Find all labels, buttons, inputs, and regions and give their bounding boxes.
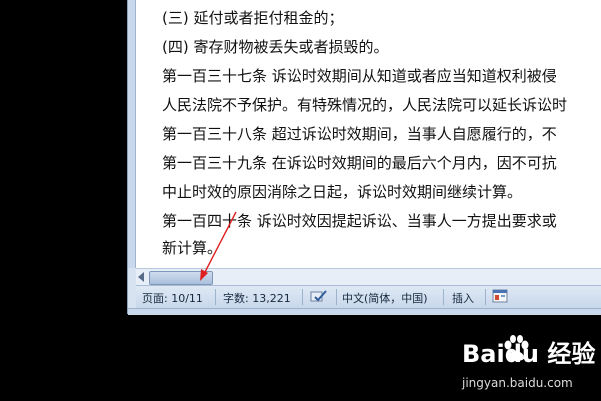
watermark-brand: Baidu 经验 — [462, 340, 596, 368]
watermark-url: jingyan.baidu.com — [462, 376, 573, 390]
baidu-watermark: Baidu 经验 jingyan.baidu.com — [462, 334, 598, 396]
